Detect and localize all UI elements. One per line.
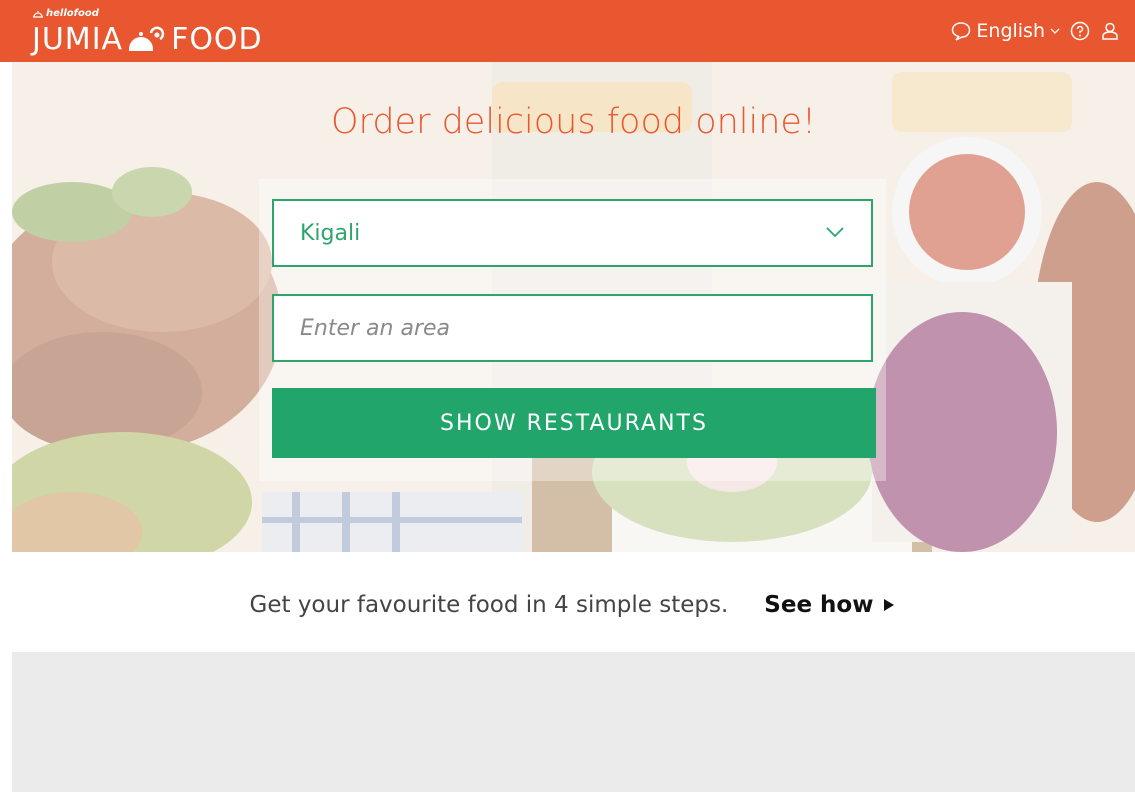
hellofood-sublogo: hellofood <box>32 8 99 19</box>
steps-row: Get your favourite food in 4 simple step… <box>0 580 1135 630</box>
language-selector[interactable]: English <box>950 20 1061 42</box>
header-actions: English <box>950 0 1121 62</box>
logo-right-text: FOOD <box>171 22 263 57</box>
see-how-label: See how <box>764 592 874 618</box>
chevron-down-icon <box>1050 28 1060 34</box>
top-header: hellofood JUMIA FOOD English <box>0 0 1135 62</box>
language-label: English <box>976 20 1045 42</box>
cloche-fork-icon <box>129 26 165 51</box>
chat-icon <box>952 22 971 41</box>
user-icon[interactable] <box>1099 20 1121 42</box>
chevron-down-icon <box>826 227 844 238</box>
city-selected-value: Kigali <box>300 220 361 246</box>
see-how-link[interactable]: See how <box>764 592 895 618</box>
cloche-icon <box>33 11 43 18</box>
city-select[interactable]: Kigali <box>272 199 873 267</box>
hero-title: Order delicious food online! <box>331 102 816 142</box>
logo-left-text: JUMIA <box>32 22 124 57</box>
logo-small-text: hellofood <box>46 8 99 19</box>
area-field[interactable] <box>272 294 873 362</box>
area-input[interactable] <box>274 296 871 360</box>
content-placeholder-band <box>12 652 1135 792</box>
play-icon <box>884 599 895 611</box>
show-restaurants-button[interactable]: SHOW RESTAURANTS <box>272 388 876 458</box>
help-icon[interactable] <box>1069 20 1091 42</box>
jumia-food-logo[interactable]: hellofood JUMIA FOOD <box>32 8 292 57</box>
logo-main: JUMIA FOOD <box>32 22 263 57</box>
steps-text: Get your favourite food in 4 simple step… <box>249 592 729 618</box>
hero-section: Order delicious food online! Kigali SHOW… <box>12 62 1135 552</box>
